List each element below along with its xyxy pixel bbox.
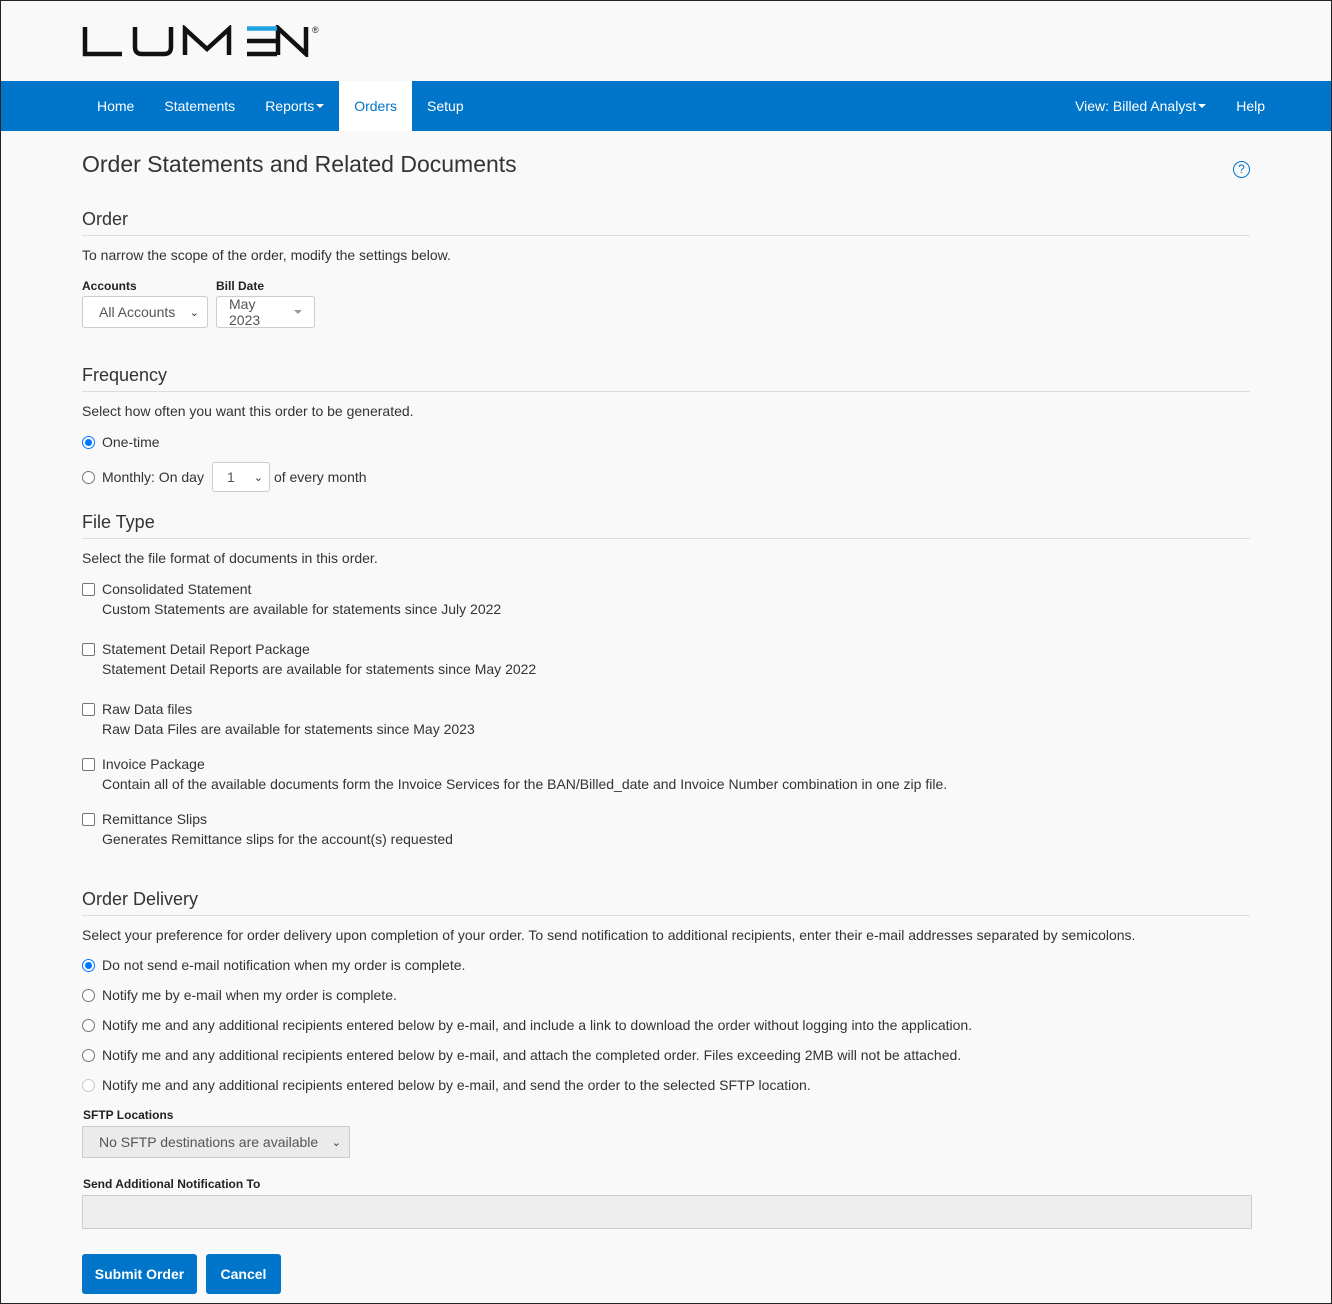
file-type-heading: File Type [82,512,1250,539]
nav-home[interactable]: Home [82,81,149,131]
option-label: Consolidated Statement [102,581,252,597]
radio-notify-attach[interactable] [82,1048,95,1062]
checkbox-remittance-slips[interactable] [82,812,95,826]
nav-orders[interactable]: Orders [339,81,413,131]
delivery-option[interactable]: Notify me by e-mail when my order is com… [82,987,397,1003]
nav-statements-label: Statements [164,98,236,114]
delivery-heading: Order Delivery [82,889,1250,916]
nav-statements[interactable]: Statements [149,81,250,131]
chevron-down-icon: ⌄ [331,1136,341,1149]
frequency-section: Frequency Select how often you want this… [82,365,1250,492]
frequency-heading: Frequency [82,365,1250,392]
radio-notify-me[interactable] [82,988,95,1002]
delivery-option[interactable]: Notify me and any additional recipients … [82,1017,972,1033]
order-section: Order To narrow the scope of the order, … [82,209,1250,328]
radio-no-email[interactable] [82,958,95,972]
submit-order-button[interactable]: Submit Order [82,1254,197,1294]
nav-help-label: Help [1236,98,1265,114]
accounts-label: Accounts [82,279,137,293]
delivery-option[interactable]: Do not send e-mail notification when my … [82,957,465,973]
option-label: Invoice Package [102,756,205,772]
file-type-option[interactable]: Invoice Package [82,756,205,772]
file-type-option[interactable]: Consolidated Statement [82,581,251,597]
nav-orders-label: Orders [354,98,398,114]
main-nav: Home Statements Reports Orders Setup Vie… [1,81,1331,131]
option-note: Raw Data Files are available for stateme… [102,721,475,737]
additional-notification-label: Send Additional Notification To [83,1177,261,1191]
file-type-description: Select the file format of documents in t… [82,550,378,566]
caret-down-icon [294,310,302,314]
option-label: Notify me and any additional recipients … [102,1077,811,1093]
checkbox-consolidated-statement[interactable] [82,582,95,596]
monthly-day-select[interactable]: 1 ⌄ [211,462,270,492]
caret-down-icon [1198,104,1207,108]
option-label: Statement Detail Report Package [102,641,310,657]
bill-date-label: Bill Date [216,279,265,293]
option-label: Raw Data files [102,701,193,717]
nav-setup-label: Setup [427,98,464,114]
chevron-down-icon: ⌄ [189,306,199,319]
checkbox-statement-detail-report[interactable] [82,642,95,656]
page-title: Order Statements and Related Documents [82,151,517,177]
nav-help[interactable]: Help [1221,81,1265,131]
order-description: To narrow the scope of the order, modify… [82,247,451,263]
option-label: Do not send e-mail notification when my … [102,957,466,973]
nav-view-role[interactable]: View: Billed Analyst [1060,81,1221,131]
registered-mark: ® [312,25,319,35]
frequency-monthly[interactable]: Monthly: On day 1 ⌄ of every month [82,462,367,492]
bill-date-value: May 2023 [229,296,261,328]
order-heading: Order [82,209,1250,236]
cancel-button[interactable]: Cancel [206,1254,281,1294]
help-circle-icon[interactable]: ? [1233,161,1250,178]
monthly-day-value: 1 [226,469,235,485]
nav-reports[interactable]: Reports [250,81,339,131]
sftp-label: SFTP Locations [83,1108,174,1122]
option-label: Remittance Slips [102,811,208,827]
delivery-section: Order Delivery Select your preference fo… [82,889,1252,1229]
file-type-option[interactable]: Statement Detail Report Package [82,641,310,657]
monthly-suffix: of every month [273,469,367,485]
option-note: Custom Statements are available for stat… [102,601,502,617]
frequency-description: Select how often you want this order to … [82,403,414,419]
chevron-down-icon: ⌄ [253,471,263,484]
file-type-option[interactable]: Remittance Slips [82,811,207,827]
nav-reports-label: Reports [265,98,315,114]
radio-notify-link[interactable] [82,1018,95,1032]
delivery-description: Select your preference for order deliver… [82,927,1136,943]
radio-one-time[interactable] [82,435,95,449]
sftp-select: No SFTP destinations are available ⌄ [82,1126,350,1158]
option-label: Notify me and any additional recipients … [102,1047,962,1063]
file-type-option[interactable]: Raw Data files [82,701,192,717]
header: ® [1,1,1331,81]
nav-setup[interactable]: Setup [412,81,479,131]
sftp-select-value: No SFTP destinations are available [99,1134,319,1150]
delivery-option-disabled: Notify me and any additional recipients … [82,1077,811,1093]
radio-monthly[interactable] [82,470,95,484]
accounts-select-value: All Accounts [99,304,176,320]
option-label: Notify me and any additional recipients … [102,1017,973,1033]
bill-date-dropdown[interactable]: May 2023 [216,296,315,328]
file-type-section: File Type Select the file format of docu… [82,512,1250,847]
nav-home-label: Home [97,98,135,114]
option-note: Statement Detail Reports are available f… [102,661,537,677]
one-time-label: One-time [102,434,160,450]
accounts-select[interactable]: All Accounts ⌄ [82,296,208,328]
frequency-one-time[interactable]: One-time [82,434,160,450]
lumen-wordmark-icon [82,25,309,57]
caret-down-icon [316,104,325,108]
additional-notification-input[interactable] [82,1195,1252,1229]
delivery-option[interactable]: Notify me and any additional recipients … [82,1047,961,1063]
checkbox-raw-data-files[interactable] [82,702,95,716]
option-note: Contain all of the available documents f… [102,776,948,792]
nav-view-role-label: View: Billed Analyst [1075,98,1197,114]
checkbox-invoice-package[interactable] [82,757,95,771]
lumen-logo[interactable]: ® [82,25,319,57]
radio-notify-sftp [82,1078,95,1092]
monthly-label: Monthly: On day [102,469,204,485]
option-note: Generates Remittance slips for the accou… [102,831,453,847]
option-label: Notify me by e-mail when my order is com… [102,987,397,1003]
